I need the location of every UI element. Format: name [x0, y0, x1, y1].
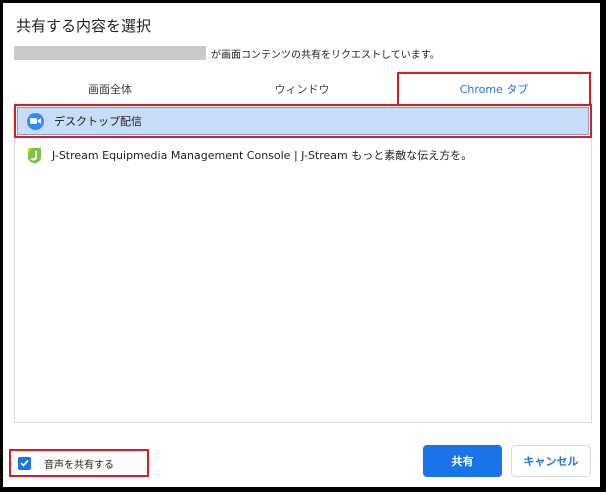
list-item-label: J-Stream Equipmedia Management Console |… [52, 149, 473, 162]
request-text: が画面コンテンツの共有をリクエストしています。 [211, 49, 440, 61]
share-button[interactable]: 共有 [423, 445, 502, 477]
tab-chrome-tab[interactable]: Chrome タブ [397, 72, 591, 106]
share-dialog: 共有する内容を選択 が画面コンテンツの共有をリクエストしています。 画面全体 ウ… [3, 3, 600, 487]
dialog-title: 共有する内容を選択 [16, 17, 152, 35]
zoom-camera-icon [27, 112, 44, 130]
redacted-site-name [14, 46, 206, 60]
checkmark-icon [20, 459, 29, 467]
source-tabs: 画面全体 ウィンドウ Chrome タブ [14, 72, 591, 106]
list-item-desktop-broadcast[interactable]: デスクトップ配信 [14, 104, 592, 138]
share-audio-label: 音声を共有する [44, 459, 114, 471]
j-stream-logo-icon [27, 147, 42, 164]
cancel-button[interactable]: キャンセル [511, 445, 591, 477]
tab-window[interactable]: ウィンドウ [206, 73, 398, 105]
request-line: が画面コンテンツの共有をリクエストしています。 [14, 46, 440, 61]
source-list: デスクトップ配信 J-Stream Equipmedia Management … [14, 103, 592, 423]
share-audio-checkbox[interactable] [18, 456, 31, 470]
tab-entire-screen[interactable]: 画面全体 [14, 73, 206, 105]
list-item-label: デスクトップ配信 [54, 115, 142, 128]
list-item-j-stream[interactable]: J-Stream Equipmedia Management Console |… [17, 141, 589, 169]
share-audio-option[interactable]: 音声を共有する [9, 449, 149, 477]
